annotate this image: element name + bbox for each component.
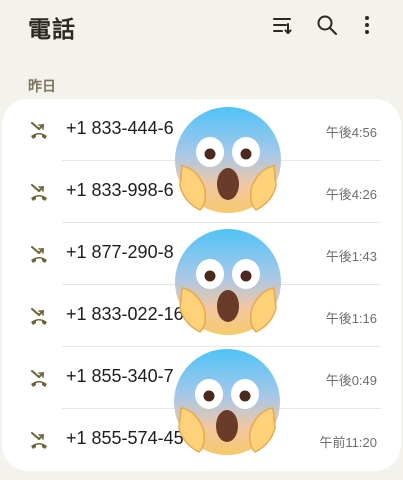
screaming-emoji <box>174 349 280 455</box>
missed-call-icon <box>31 122 47 139</box>
missed-call-icon <box>31 432 47 449</box>
missed-call-icon <box>31 184 47 201</box>
call-number: +1 833-444-6 <box>66 118 174 138</box>
call-time: 午後0:49 <box>325 373 377 388</box>
call-time: 午後4:26 <box>325 187 377 202</box>
missed-call-icon <box>31 246 47 263</box>
search-button[interactable] <box>314 12 340 38</box>
screaming-emoji <box>175 229 281 335</box>
page-title: 電話 <box>28 16 76 42</box>
more-vert-icon <box>365 16 369 34</box>
search-icon <box>317 15 337 35</box>
screaming-emoji <box>175 107 281 213</box>
call-number: +1 877-290-8 <box>66 242 174 262</box>
missed-call-icon <box>31 308 47 325</box>
more-options-button[interactable] <box>354 12 380 38</box>
call-time: 午後1:43 <box>325 249 377 264</box>
filter-icon <box>273 18 292 34</box>
call-time: 午後1:16 <box>325 311 377 326</box>
app-bar: 電話 <box>0 0 403 52</box>
filter-button[interactable] <box>269 12 295 38</box>
call-number: +1 833-022-16 <box>66 304 184 324</box>
call-number: +1 855-574-45 <box>66 428 184 448</box>
call-number: +1 855-340-7 <box>66 366 174 386</box>
call-time: 午後4:56 <box>325 125 377 140</box>
section-header-yesterday: 昨日 <box>28 78 56 94</box>
missed-call-icon <box>31 370 47 387</box>
call-time: 午前11:20 <box>319 435 377 450</box>
call-number: +1 833-998-6 <box>66 180 174 200</box>
